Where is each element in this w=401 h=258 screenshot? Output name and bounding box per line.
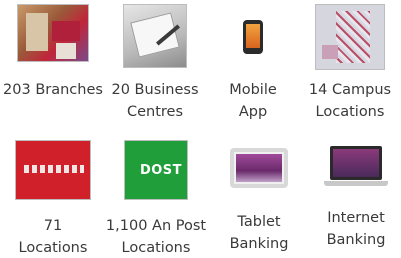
channel-label-line2: Banking [326, 232, 386, 248]
tablet-icon [230, 148, 288, 188]
channel-label-line2: Locations [315, 104, 385, 120]
branch-interior-photo [17, 4, 89, 62]
channel-campus-locations[interactable]: 14 Campus Locations [300, 4, 400, 120]
an-post-logo: DOST [124, 140, 188, 200]
channel-71-locations[interactable]: 71 Locations [3, 140, 103, 256]
smartphone-icon [243, 20, 263, 54]
channel-business-centres[interactable]: 20 Business Centres [105, 4, 205, 120]
laptop-icon [324, 146, 388, 192]
business-document-signing-photo [123, 4, 187, 68]
channel-label-line1: 1,100 An Post [105, 218, 207, 234]
red-store-sign-photo [15, 140, 91, 200]
channel-an-post-locations[interactable]: DOST 1,100 An Post Locations [106, 140, 206, 256]
channel-label-line1: Internet [327, 210, 385, 226]
channel-label-line1: 14 Campus [308, 82, 392, 98]
channel-mobile-app[interactable]: Mobile App [203, 4, 303, 120]
channel-tablet-banking[interactable]: Tablet Banking [209, 140, 309, 252]
channel-label-line2: Locations [121, 240, 191, 256]
campus-map-photo [315, 4, 385, 70]
an-post-logo-text: DOST [139, 162, 183, 178]
channel-branches[interactable]: 203 Branches [3, 4, 103, 98]
channel-internet-banking[interactable]: Internet Banking [306, 140, 401, 248]
